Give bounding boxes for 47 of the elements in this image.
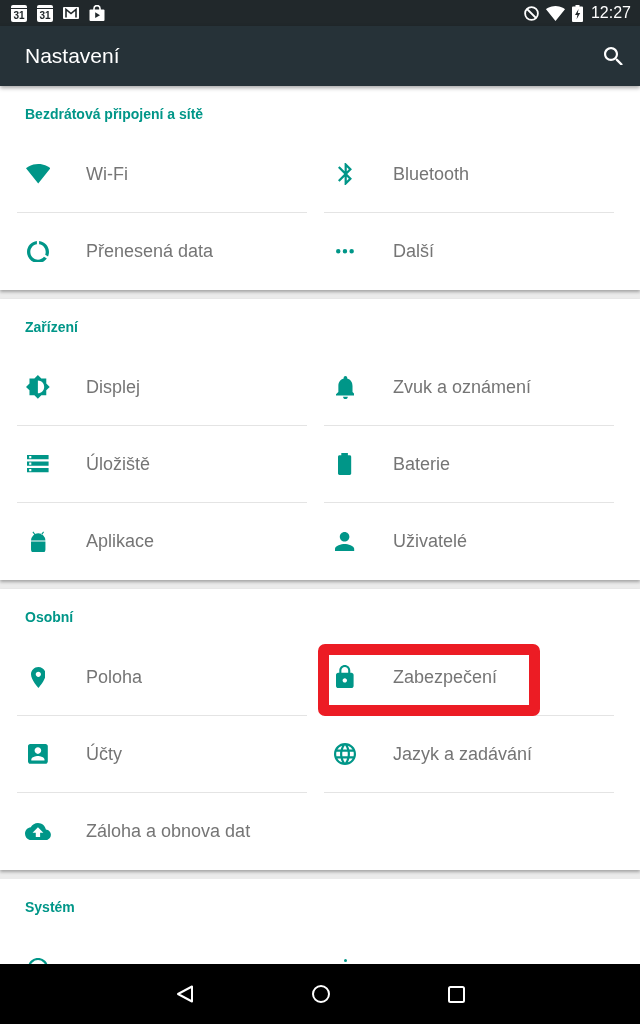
prohibited-icon [523,5,539,21]
globe-icon [334,743,356,765]
settings-item[interactable]: Zvuk a oznámení [324,349,614,426]
settings-item[interactable]: Úložiště [17,426,307,503]
settings-item[interactable]: Záloha a obnova dat [17,793,307,870]
home-icon[interactable] [311,985,330,1003]
app-title: Nastavení [25,44,120,68]
recents-icon[interactable] [447,985,465,1003]
section-header: Systém [25,899,75,915]
back-icon[interactable] [175,985,194,1003]
brightness-icon [26,375,50,399]
lock-icon [336,665,354,689]
settings-item[interactable]: Bluetooth [324,136,614,213]
calendar-icon: 31 [11,4,27,22]
settings-item[interactable]: Baterie [324,426,614,503]
section-header: Osobní [25,609,74,625]
bag-icon [89,5,105,21]
battery-icon [338,453,352,475]
search-icon[interactable] [604,46,623,66]
settings-item[interactable]: Další [324,213,614,290]
cloud-upload-icon [25,822,51,841]
settings-item[interactable]: Wi-Fi [17,136,307,213]
bluetooth-icon [338,163,352,185]
more-icon [336,249,354,254]
settings-item[interactable]: Jazyk a zadávání [324,716,614,793]
data-usage-icon [27,240,49,263]
settings-item[interactable]: Poloha [17,639,307,716]
account-box-icon [28,744,48,764]
section-header: Bezdrátová připojení a sítě [25,106,204,122]
wifi-icon [25,164,51,184]
settings-item[interactable]: Účty [17,716,307,793]
settings-item[interactable]: Aplikace [17,503,307,580]
section-header: Zařízení [25,319,78,335]
wifi-icon [545,5,565,21]
settings-item[interactable]: Přenesená data [17,213,307,290]
envelope-icon [63,7,79,19]
storage-icon [27,455,49,473]
battery-charging-icon [571,4,583,22]
bell-icon [335,375,355,399]
status-time: 12:27 [590,4,631,22]
settings-item[interactable]: Displej [17,349,307,426]
settings-item[interactable]: Zabezpečení [324,639,614,716]
person-icon [335,531,355,552]
robot-icon [29,530,47,553]
calendar-icon: 31 [37,4,53,22]
settings-item[interactable]: Uživatelé [324,503,614,580]
location-pin-icon [30,666,46,688]
